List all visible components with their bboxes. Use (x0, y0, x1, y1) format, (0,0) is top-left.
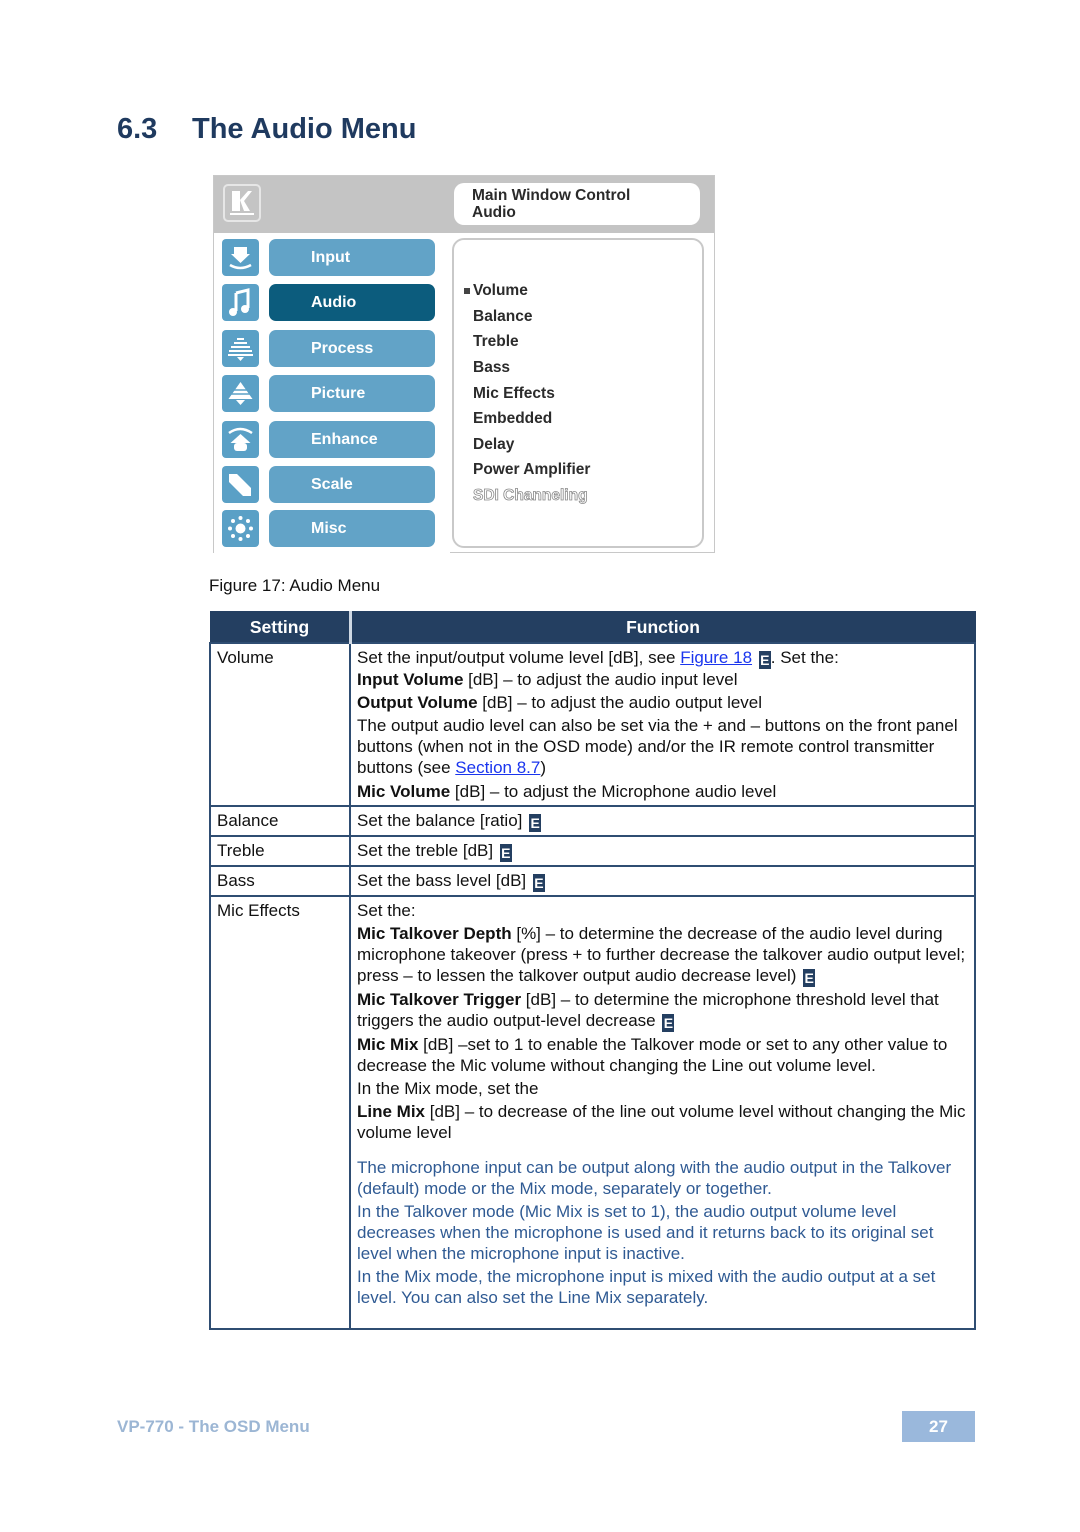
list-item-sdi-channeling: SDI Channeling (473, 487, 588, 505)
e-badge-icon: E (662, 1014, 675, 1032)
enhance-icon (222, 421, 259, 458)
list-item-power-amplifier[interactable]: Power Amplifier (473, 461, 590, 479)
osd-audio-menu-figure: Main Window Control Audio Input Audio Pr… (213, 175, 715, 553)
kramer-logo-icon (223, 184, 261, 222)
function-cell: Set the input/output volume level [dB], … (349, 642, 976, 807)
misc-icon (222, 510, 259, 547)
e-badge-icon: E (499, 844, 512, 862)
osd-title-sub: Audio (472, 204, 516, 221)
nav-row-input[interactable]: Input (222, 239, 437, 276)
audio-settings-table: Setting Function Volume Set the input/ou… (209, 611, 976, 1330)
note-text: In the Talkover mode (Mic Mix is set to … (357, 1202, 934, 1263)
input-icon (222, 239, 259, 276)
list-item-embedded[interactable]: Embedded (473, 410, 552, 428)
footer-document-title: VP-770 - The OSD Menu (117, 1417, 310, 1436)
e-badge-icon: E (529, 814, 542, 832)
e-badge-icon: E (532, 874, 545, 892)
list-item-delay[interactable]: Delay (473, 436, 514, 454)
nav-row-audio[interactable]: Audio (222, 284, 437, 321)
table-row: Bass Set the bass level [dB] E (209, 865, 976, 897)
nav-button-scale[interactable]: Scale (269, 466, 435, 503)
nav-button-process[interactable]: Process (269, 330, 435, 367)
nav-row-picture[interactable]: Picture (222, 375, 437, 412)
e-badge-icon: E (758, 651, 771, 669)
table-row: Treble Set the treble [dB] E (209, 835, 976, 867)
audio-settings-list: Volume Balance Treble Bass Mic Effects E… (452, 238, 704, 548)
osd-nav: Input Audio Process Picture Enhance Scal… (214, 233, 450, 553)
nav-row-misc[interactable]: Misc (222, 510, 437, 547)
nav-row-scale[interactable]: Scale (222, 466, 437, 503)
setting-cell: Bass (209, 865, 351, 897)
section-heading: 6.3 The Audio Menu (117, 113, 416, 146)
header-setting: Setting (209, 611, 352, 644)
note-text: In the Mix mode, the microphone input is… (357, 1267, 936, 1307)
scale-icon (222, 466, 259, 503)
function-cell: Set the: Mic Talkover Depth [%] – to det… (349, 895, 976, 1330)
function-cell: Set the balance [ratio] E (349, 805, 976, 837)
osd-title-main: Main Window Control (472, 187, 631, 204)
header-function: Function (349, 611, 976, 644)
function-cell: Set the treble [dB] E (349, 835, 976, 867)
setting-cell: Mic Effects (209, 895, 351, 1330)
function-cell: Set the bass level [dB] E (349, 865, 976, 897)
table-row: Volume Set the input/output volume level… (209, 642, 976, 807)
e-badge-icon: E (803, 969, 816, 987)
table-row: Mic Effects Set the: Mic Talkover Depth … (209, 895, 976, 1330)
music-note-icon (222, 284, 259, 321)
nav-button-enhance[interactable]: Enhance (269, 421, 435, 458)
setting-cell: Treble (209, 835, 351, 867)
nav-row-process[interactable]: Process (222, 330, 437, 367)
list-item-mic-effects[interactable]: Mic Effects (473, 385, 555, 403)
list-item-volume[interactable]: Volume (464, 282, 528, 300)
nav-row-enhance[interactable]: Enhance (222, 421, 437, 458)
setting-cell: Volume (209, 642, 351, 807)
nav-button-picture[interactable]: Picture (269, 375, 435, 412)
nav-button-audio[interactable]: Audio (269, 284, 435, 321)
section-number: 6.3 (117, 113, 158, 145)
figure-18-link[interactable]: Figure 18 (680, 648, 752, 667)
picture-icon (222, 375, 259, 412)
figure-caption: Figure 17: Audio Menu (209, 576, 381, 595)
list-item-balance[interactable]: Balance (473, 308, 532, 326)
nav-button-input[interactable]: Input (269, 239, 435, 276)
note-text: The microphone input can be output along… (357, 1158, 952, 1198)
table-row: Balance Set the balance [ratio] E (209, 805, 976, 837)
list-item-treble[interactable]: Treble (473, 333, 519, 351)
section-8-7-link[interactable]: Section 8.7 (455, 758, 540, 777)
setting-cell: Balance (209, 805, 351, 837)
nav-button-misc[interactable]: Misc (269, 510, 435, 547)
section-title: The Audio Menu (192, 113, 417, 145)
process-icon (222, 330, 259, 367)
osd-title-box: Main Window Control Audio (454, 183, 700, 225)
table-header-row: Setting Function (209, 611, 976, 644)
list-item-bass[interactable]: Bass (473, 359, 510, 377)
osd-header-bar: Main Window Control Audio (214, 176, 714, 233)
page-number: 27 (902, 1411, 975, 1442)
